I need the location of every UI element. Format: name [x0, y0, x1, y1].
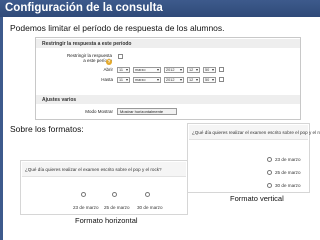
formats-label: Sobre los formatos:	[10, 124, 84, 134]
option-label: 30 de marzo	[275, 183, 301, 188]
radio-option-3[interactable]	[267, 183, 272, 188]
section-header-misc: Ajustes varios	[36, 95, 300, 104]
caption-horizontal: Formato horizontal	[75, 216, 138, 225]
intro-text: Podemos limitar el período de respuesta …	[10, 23, 225, 33]
close-hour-select[interactable]: 12	[187, 77, 200, 83]
radio-option-2[interactable]	[112, 192, 117, 197]
option-label: 23 de marzo	[275, 157, 301, 162]
radio-option-2[interactable]	[267, 170, 272, 175]
close-day-select[interactable]: 11	[117, 77, 130, 83]
slide-title-bar: Configuración de la consulta	[0, 0, 320, 17]
display-mode-label: Modo Mostrar	[85, 109, 113, 114]
slide-title: Configuración de la consulta	[5, 2, 163, 14]
left-accent-rule	[0, 17, 3, 240]
open-day-select[interactable]: 11	[117, 67, 130, 73]
open-minute-select[interactable]: 50	[203, 67, 216, 73]
close-label: Hasta	[101, 77, 113, 82]
radio-option-3[interactable]	[145, 192, 150, 197]
option-label: 25 de marzo	[275, 170, 301, 175]
settings-panel: Restringir la respuesta a este período R…	[35, 37, 301, 120]
open-year-select[interactable]: 2012	[164, 67, 184, 73]
open-label: Abrir	[103, 67, 113, 72]
caption-vertical: Formato vertical	[230, 194, 284, 203]
option-label: 25 de marzo	[104, 205, 130, 210]
open-hour-select[interactable]: 12	[187, 67, 200, 73]
restrict-checkbox[interactable]	[118, 54, 123, 59]
option-label: 30 de marzo	[137, 205, 163, 210]
open-enable-checkbox[interactable]	[219, 67, 224, 72]
vertical-format-preview: ¿Qué día quieres realizar el examen escr…	[187, 123, 320, 193]
close-month-select[interactable]: marzo	[133, 77, 161, 83]
close-enable-checkbox[interactable]	[219, 77, 224, 82]
horizontal-format-preview: ¿Qué día quieres realizar el examen escr…	[20, 160, 188, 215]
display-mode-select[interactable]: Mostrar horizontalmente	[117, 108, 177, 115]
question-text: ¿Qué día quieres realizar el examen escr…	[189, 125, 320, 140]
help-icon[interactable]: ?	[106, 59, 112, 65]
close-minute-select[interactable]: 50	[203, 77, 216, 83]
option-label: 23 de marzo	[73, 205, 99, 210]
radio-option-1[interactable]	[267, 157, 272, 162]
question-text: ¿Qué día quieres realizar el examen escr…	[22, 162, 186, 177]
section-header-restrict: Restringir la respuesta a este período	[36, 39, 300, 48]
radio-option-1[interactable]	[81, 192, 86, 197]
open-month-select[interactable]: marzo	[133, 67, 161, 73]
close-year-select[interactable]: 2012	[164, 77, 184, 83]
